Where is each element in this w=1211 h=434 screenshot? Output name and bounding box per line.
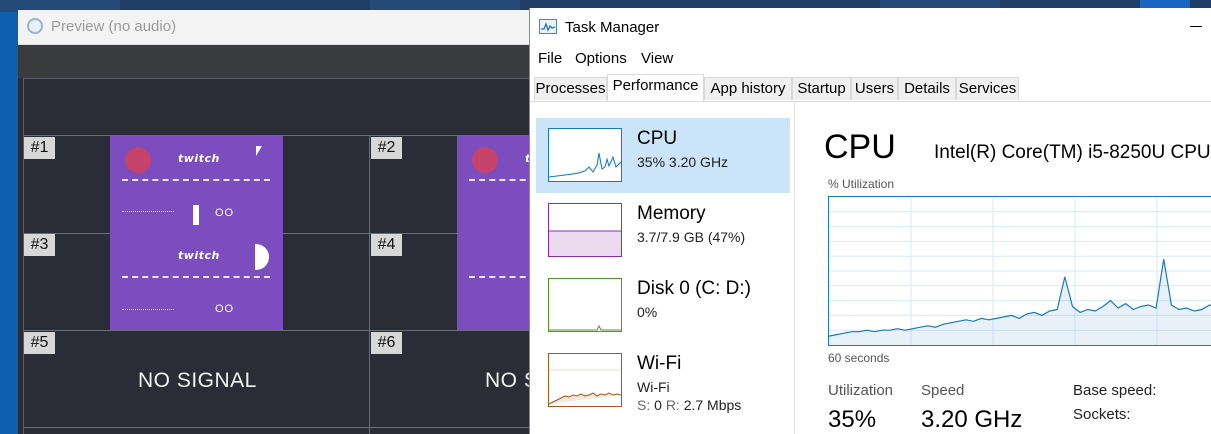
cpu-utilization-graph	[828, 196, 1211, 346]
wifi-thumbnail-graph	[548, 353, 622, 407]
divider-line	[122, 309, 174, 310]
sockets-label: Sockets:	[1073, 406, 1131, 423]
stream-thumbnail[interactable]: twitch	[457, 136, 538, 330]
ring-icons: OO	[215, 207, 235, 219]
utilization-axis-label: % Utilization	[828, 177, 895, 191]
sidebar-disk-name: Disk 0 (C: D:)	[637, 278, 751, 299]
audio-wave	[122, 276, 270, 292]
cpu-usage-area	[829, 259, 1211, 345]
cpu-graph-svg	[828, 197, 1211, 345]
twitch-logo: twitch	[178, 152, 220, 165]
desktop-background	[0, 12, 18, 434]
sidebar-cpu-name: CPU	[637, 128, 678, 149]
resource-title: CPU	[824, 128, 896, 166]
menu-bar: File Options View	[530, 48, 1211, 72]
task-manager-titlebar[interactable]: Task Manager	[530, 8, 1211, 46]
source-label: #2	[371, 137, 402, 159]
source-label: #1	[24, 137, 55, 159]
no-signal-text: NO SIGNAL	[138, 369, 257, 392]
send-label: S:	[637, 397, 651, 413]
minimize-button[interactable]	[1190, 26, 1202, 27]
preview-toolbar	[18, 45, 538, 78]
sidebar-disk-stats: 0%	[637, 304, 658, 320]
tab-startup[interactable]: Startup	[792, 77, 851, 100]
sidebar-item-memory[interactable]: Memory 3.7/7.9 GB (47%)	[536, 193, 790, 268]
multiview-grid: twitch OO twitch OO twitch	[23, 78, 538, 434]
disk-thumbnail-graph	[548, 278, 622, 332]
utilization-label: Utilization	[828, 382, 894, 399]
tab-processes[interactable]: Processes	[534, 77, 607, 100]
twitch-logo: twitch	[178, 249, 220, 262]
tab-details[interactable]: Details	[898, 77, 956, 100]
sidebar-memory-name: Memory	[637, 203, 706, 224]
receive-value: 2.7 Mbps	[683, 397, 742, 413]
time-span-label: 60 seconds	[828, 351, 890, 365]
pane-divider	[794, 102, 795, 434]
level-bar	[193, 205, 199, 225]
source-label: #4	[371, 234, 402, 256]
preview-window: Preview (no audio) twitch OO twitch OO #…	[18, 10, 538, 434]
indicator-icon	[256, 146, 262, 156]
task-manager-icon	[539, 19, 557, 34]
receive-label: R:	[665, 397, 680, 413]
source-label: #3	[24, 234, 55, 256]
preview-titlebar[interactable]: Preview (no audio)	[18, 10, 538, 45]
task-manager-window: Task Manager File Options View Processes…	[529, 8, 1211, 434]
window-title: Task Manager	[565, 19, 660, 36]
cpu-thumbnail-graph	[548, 128, 622, 182]
app-icon	[27, 18, 43, 34]
send-value: 0	[654, 397, 662, 413]
base-speed-label: Base speed:	[1073, 382, 1157, 399]
grid-divider	[24, 427, 538, 428]
tab-users[interactable]: Users	[851, 77, 898, 100]
sidebar-memory-stats: 3.7/7.9 GB (47%)	[637, 229, 746, 245]
utilization-value: 35%	[828, 406, 877, 433]
audio-wave	[469, 179, 538, 195]
tab-app-history[interactable]: App history	[704, 77, 792, 100]
speed-label: Speed	[921, 382, 965, 399]
sidebar-wifi-name: Wi-Fi	[637, 353, 682, 374]
sidebar-wifi-type: Wi-Fi	[637, 379, 670, 395]
stream-thumbnail[interactable]: twitch OO twitch OO	[110, 136, 283, 330]
sidebar-item-wifi[interactable]: Wi-Fi Wi-Fi S: 0 R: 2.7 Mbps	[536, 343, 790, 418]
memory-thumbnail-graph	[548, 203, 622, 257]
sidebar-cpu-stats: 35% 3.20 GHz	[637, 154, 729, 170]
source-label: #5	[24, 332, 55, 354]
sidebar-wifi-throughput: S: 0 R: 2.7 Mbps	[637, 397, 741, 413]
sidebar-item-disk[interactable]: Disk 0 (C: D:) 0%	[536, 268, 790, 343]
sidebar-item-cpu[interactable]: CPU 35% 3.20 GHz	[536, 118, 790, 193]
moon-icon	[255, 244, 269, 270]
speed-value: 3.20 GHz	[921, 406, 1023, 433]
audio-wave	[469, 276, 538, 292]
grid-divider	[369, 135, 370, 434]
divider-line	[122, 211, 174, 212]
record-dot-icon	[125, 147, 151, 173]
resource-sidebar: CPU 35% 3.20 GHz Memory 3.7/7.9 GB (47%)…	[530, 102, 794, 434]
ring-icons: OO	[215, 303, 235, 315]
audio-wave	[122, 179, 270, 195]
record-dot-icon	[472, 147, 498, 173]
tab-bar: Processes Performance App history Startu…	[530, 74, 1211, 102]
grid-divider	[24, 330, 538, 331]
preview-title: Preview (no audio)	[51, 18, 177, 35]
menu-options[interactable]: Options	[575, 50, 627, 67]
menu-file[interactable]: File	[538, 50, 562, 67]
source-label: #6	[371, 332, 402, 354]
tab-performance[interactable]: Performance	[607, 74, 704, 101]
tab-services[interactable]: Services	[956, 77, 1019, 100]
menu-view[interactable]: View	[641, 50, 673, 67]
cpu-model: Intel(R) Core(TM) i5-8250U CPU	[934, 142, 1211, 163]
